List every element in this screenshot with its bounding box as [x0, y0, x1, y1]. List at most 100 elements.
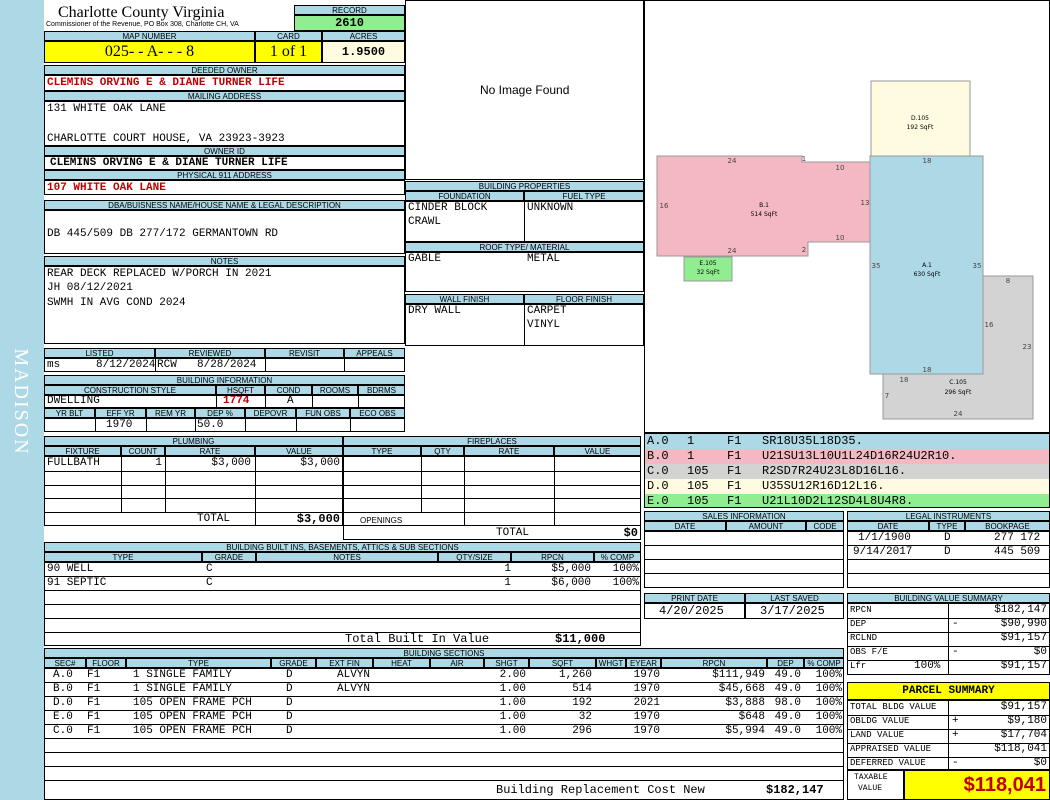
section-cell: D	[286, 669, 293, 681]
sketch-c-area: 296 SqFt	[945, 389, 972, 396]
section-cell: 2021	[633, 697, 660, 709]
funobs-header: FUN OBS	[296, 408, 350, 418]
fireplace-col-qty: QTY	[421, 446, 464, 456]
physical-address-value: 107 WHITE OAK LANE	[47, 182, 166, 194]
sales-col-date: DATE	[644, 521, 726, 531]
plumbing-value: $3,000	[300, 457, 340, 469]
parcel-label: OBLDG VALUE	[850, 716, 910, 726]
sketch-d-area: 192 SqFt	[907, 124, 934, 131]
bvs-label: RPCN	[850, 605, 872, 615]
mailing-line1: 131 WHITE OAK LANE	[47, 103, 166, 115]
fireplaces-header: FIREPLACES	[343, 436, 641, 446]
section-cell: 192	[572, 697, 592, 709]
plumbing-header: PLUMBING	[44, 436, 343, 446]
section-cell: ALVYN	[337, 669, 371, 681]
builtin-qty: 1	[504, 563, 511, 575]
fuel-value: UNKNOWN	[527, 202, 574, 214]
dim-a-bot: 18	[923, 366, 932, 374]
dim-a-top: 18	[923, 157, 932, 165]
dba-header: DBA/BUISNESS NAME/HOUSE NAME & LEGAL DES…	[44, 200, 405, 210]
sections-col-whgt: WHGT	[596, 658, 626, 668]
sections-col-floor: FLOOR	[86, 658, 126, 668]
reviewed-date: 8/28/2024	[197, 359, 257, 371]
builtin-type: 91 SEPTIC	[47, 577, 107, 589]
wall-header: WALL FINISH	[405, 294, 524, 304]
taxable-value: $118,041	[904, 770, 1050, 800]
building-info-header: BUILDING INFORMATION	[44, 375, 405, 385]
roof-material: METAL	[527, 253, 561, 265]
fuel-header: FUEL TYPE	[524, 191, 644, 201]
sketch-c-name: C.105	[949, 379, 967, 386]
building-props-header: BUILDING PROPERTIES	[405, 181, 644, 191]
sketch-a-name: A.1	[922, 262, 932, 269]
bvs-label: DEP	[850, 619, 867, 629]
sketch-e-area: 32 SqFt	[697, 269, 721, 276]
bvs-table: RPCN $182,147 DEP - $90,990 RCLND $91,15…	[847, 603, 1050, 675]
bvs-value: $91,157	[1000, 660, 1047, 672]
legal-col-type: TYPE	[929, 521, 965, 531]
fireplace-openings-label: OPENINGS	[360, 516, 403, 525]
parcel-value: $118,041	[994, 743, 1047, 755]
listed-by: ms	[47, 359, 61, 371]
fireplace-total-label: TOTAL	[496, 527, 530, 539]
fireplace-total: $0	[623, 526, 638, 540]
owner-id-box: CLEMINS ORVING E & DIANE TURNER LIFE	[44, 156, 405, 170]
card-header: CARD	[255, 31, 322, 41]
deeded-owner-value: CLEMINS ORVING E & DIANE TURNER LIFE	[47, 77, 285, 89]
sales-table	[644, 531, 844, 588]
fireplace-col-type: TYPE	[343, 446, 421, 456]
dba-value: DB 445/509 DB 277/172 GERMANTOWN RD	[47, 228, 279, 240]
section-cell: F1	[87, 697, 101, 709]
bvs-value: $0	[1033, 646, 1047, 658]
owner-id-header: OWNER ID	[44, 146, 405, 156]
legal-bookpage: 445 509	[994, 546, 1041, 558]
acres-header: ACRES	[322, 31, 405, 41]
listed-date: 8/12/2024	[96, 359, 156, 371]
note-line-3: SWMH IN AVG COND 2024	[47, 297, 186, 309]
taxable-label-2: VALUE	[858, 784, 883, 793]
builtins-col-grade: GRADE	[202, 552, 256, 562]
section-cell: $648	[738, 711, 765, 723]
section-cell: 100%	[815, 725, 842, 737]
building-info-row: DWELLING 1774 A	[44, 395, 405, 408]
construction-style-value: DWELLING	[47, 395, 100, 407]
section-cell: 105 OPEN FRAME PCH	[133, 711, 252, 723]
sections-col-shgt: SHGT	[484, 658, 529, 668]
rooms-header: ROOMS	[312, 385, 358, 395]
parcel-value: $91,157	[1000, 701, 1047, 713]
print-date-header: PRINT DATE	[644, 593, 745, 603]
appeals-header: APPEALS	[344, 348, 405, 358]
print-date-box: 4/20/2025	[644, 603, 745, 619]
section-cell: 1.00	[499, 725, 526, 737]
mailing-line2: CHARLOTTE COURT HOUSE, VA 23923-3923	[47, 133, 285, 145]
dim-c-r2: 23	[1023, 343, 1032, 351]
legal-date: 1/1/1900	[858, 532, 911, 544]
sketch-code-row: B.0 1 F1 U21SU13L10U1L24D16R24U2R10.	[645, 449, 1049, 464]
owner-id-value: CLEMINS ORVING E & DIANE TURNER LIFE	[50, 157, 288, 169]
section-cell: 1 SINGLE FAMILY	[133, 683, 233, 695]
floor-line1: CARPET	[527, 305, 567, 317]
section-cell: $5,994	[725, 725, 765, 737]
plumbing-fixture: FULLBATH	[47, 457, 100, 469]
last-saved-value: 3/17/2025	[760, 604, 825, 618]
legal-col-bookpage: BOOKPAGE	[965, 521, 1050, 531]
sections-col-sqft: SQFT	[529, 658, 596, 668]
side-label: MADISON	[10, 348, 32, 456]
bvs-header: BUILDING VALUE SUMMARY	[847, 593, 1050, 603]
dim-a-left: 35	[872, 262, 881, 270]
parcel-label: APPRAISED VALUE	[850, 744, 932, 754]
sections-col-heat: HEAT	[373, 658, 430, 668]
sections-col-type: TYPE	[126, 658, 271, 668]
roof-type: GABLE	[408, 253, 442, 265]
section-cell: F1	[87, 725, 101, 737]
dep-header: DEP %	[195, 408, 245, 418]
parcel-value: $17,704	[1000, 729, 1047, 741]
floor-header: FLOOR FINISH	[524, 294, 644, 304]
legal-header: LEGAL INSTRUMENTS	[847, 511, 1050, 521]
builtins-table: 90 WELL C 1 $5,000 100% 91 SEPTIC C 1 $6…	[44, 562, 641, 646]
sketch-a-area: 630 SqFt	[914, 271, 941, 278]
builtins-col-type: TYPE	[44, 552, 202, 562]
dep-value: 50.0	[197, 419, 224, 431]
builtin-rpcn: $6,000	[551, 577, 591, 589]
note-line-2: JH 08/12/2021	[47, 282, 133, 294]
